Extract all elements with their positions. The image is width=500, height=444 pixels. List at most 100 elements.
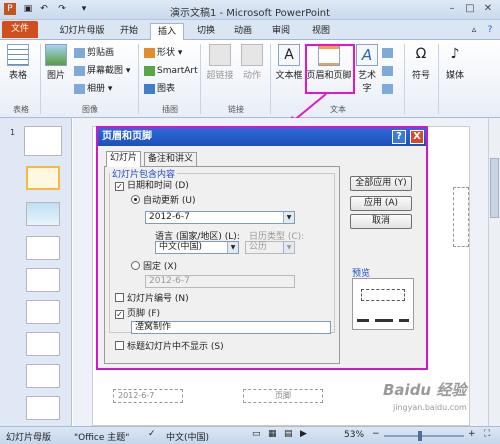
auto-update-radio[interactable]: 自动更新 (U) [131, 195, 195, 207]
thumb-layout[interactable] [26, 396, 60, 420]
text-small-2[interactable] [382, 64, 395, 78]
zoom-slider-thumb[interactable] [418, 431, 422, 441]
thumb-layout[interactable] [26, 364, 60, 388]
header-footer-dialog: 页眉和页脚 ? X 幻灯片 备注和讲义 幻灯片包含内容 ✓ 日期和时间 (D) 自… [96, 126, 428, 370]
zoom-level[interactable]: 53% [344, 430, 364, 440]
wordart-button[interactable]: A 艺术字 [354, 44, 380, 94]
radio-selected-icon [131, 195, 140, 204]
tab-slide-master[interactable]: 幻灯片母版 [52, 23, 112, 40]
thumb-layout[interactable] [26, 268, 60, 292]
datetime-checkbox[interactable]: ✓ 日期和时间 (D) [115, 181, 189, 192]
hide-on-title-checkbox[interactable]: 标题幻灯片中不显示 (S) [115, 341, 224, 353]
minimize-button[interactable]: – [444, 2, 460, 16]
fixed-radio[interactable]: 固定 (X) [131, 261, 177, 273]
status-bar: 幻灯片母版 "Office 主题" ✓ 中文(中国) ▭ ▦ ▤ ▶ 53% −… [0, 426, 500, 444]
apply-button[interactable]: 应用 (A) [350, 196, 412, 211]
tab-transitions[interactable]: 切换 [190, 23, 222, 40]
chevron-down-icon: ▼ [283, 242, 294, 253]
text-small-3[interactable] [382, 82, 395, 96]
action-button[interactable]: 动作 [240, 44, 264, 81]
symbol-button[interactable]: Ω 符号 [408, 44, 434, 81]
group-label-links: 链接 [228, 105, 244, 114]
album-icon [74, 83, 85, 94]
album-button[interactable]: 相册 ▾ [74, 82, 112, 96]
title-bar: P ▣ ↶ ↷ ▾ 演示文稿1 - Microsoft PowerPoint –… [0, 0, 500, 20]
zoom-slider[interactable] [384, 435, 464, 437]
help-button[interactable]: ? [392, 130, 406, 144]
smartart-button[interactable]: SmartArt [144, 64, 198, 78]
text-small-1[interactable] [382, 46, 395, 60]
tab-animations[interactable]: 动画 [228, 23, 258, 40]
scroll-thumb[interactable] [490, 158, 499, 218]
reading-view-icon[interactable]: ▤ [284, 429, 293, 439]
sorter-view-icon[interactable]: ▦ [268, 429, 277, 439]
vertical-scrollbar[interactable] [488, 118, 500, 426]
clipart-button[interactable]: 剪贴画 [74, 46, 114, 60]
slide-footer-placeholder[interactable]: 页脚 [243, 389, 323, 403]
cancel-button[interactable]: 取消 [350, 214, 412, 229]
dialog-close-button[interactable]: X [410, 130, 424, 144]
textbox-icon: A [278, 44, 300, 66]
tab-slide[interactable]: 幻灯片 [106, 151, 142, 167]
action-icon [241, 44, 263, 66]
thumb-layout[interactable] [26, 202, 60, 226]
thumb-layout[interactable] [26, 300, 60, 324]
footer-text-input[interactable]: 湮窝制作 [131, 321, 331, 334]
group-label-images: 图像 [82, 105, 98, 114]
window-title: 演示文稿1 - Microsoft PowerPoint [169, 8, 331, 19]
group-label-table: 表格 [13, 105, 29, 114]
thumb-layout[interactable] [26, 236, 60, 260]
calendar-select[interactable]: 公历 ▼ [245, 241, 295, 254]
chart-button[interactable]: 图表 [144, 82, 175, 96]
hyperlink-button[interactable]: 超链接 [204, 44, 236, 81]
close-button[interactable]: ✕ [480, 2, 496, 16]
footer-checkbox[interactable]: ✓ 页脚 (F) [115, 309, 160, 320]
zoom-out-icon[interactable]: − [372, 429, 380, 439]
status-language: 中文(中国) [166, 433, 210, 443]
status-theme: "Office 主题" [74, 433, 130, 443]
screenshot-button[interactable]: 屏幕截图 ▾ [74, 64, 130, 78]
tab-view[interactable]: 视图 [306, 23, 336, 40]
chart-icon [144, 83, 155, 94]
placeholder-box[interactable] [453, 187, 469, 247]
tab-home[interactable]: 开始 [114, 23, 144, 40]
tab-notes-handouts[interactable]: 备注和讲义 [144, 152, 198, 166]
watermark-url: jingyan.baidu.com [393, 403, 467, 412]
media-button[interactable]: ♪ 媒体 [442, 44, 468, 81]
help-icon[interactable]: ? [484, 24, 496, 36]
ribbon-tabs: 文件 幻灯片母版 开始 插入 切换 动画 审阅 视图 ▵ ? [0, 20, 500, 40]
speaker-icon: ♪ [450, 46, 460, 62]
picture-button[interactable]: 图片 [44, 44, 68, 81]
hyperlink-icon [209, 44, 231, 66]
maximize-button[interactable]: □ [462, 2, 478, 16]
slide-date-placeholder[interactable]: 2012-6-7 [113, 389, 183, 403]
slide-number-checkbox[interactable]: 幻灯片编号 (N) [115, 293, 189, 305]
dialog-title: 页眉和页脚 [102, 131, 152, 142]
thumb-master[interactable] [24, 126, 62, 156]
normal-view-icon[interactable]: ▭ [252, 429, 261, 439]
spellcheck-icon[interactable]: ✓ [148, 429, 156, 439]
zoom-in-icon[interactable]: + [468, 429, 476, 439]
fit-window-icon[interactable]: ⛶ [484, 429, 490, 439]
fixed-date-input[interactable]: 2012-6-7 [145, 275, 295, 288]
thumb-layout-selected[interactable] [26, 166, 60, 190]
date-format-select[interactable]: 2012-6-7 ▼ [145, 211, 295, 224]
language-select[interactable]: 中文(中国) ▼ [155, 241, 239, 254]
tab-file[interactable]: 文件 [2, 21, 38, 38]
wordart-icon: A [356, 44, 378, 66]
minimize-ribbon-icon[interactable]: ▵ [468, 24, 480, 36]
slide-thumbnail-pane: 1 [0, 118, 72, 426]
smartart-icon [144, 65, 155, 76]
tab-insert[interactable]: 插入 [150, 23, 184, 40]
checkbox-checked-icon: ✓ [115, 310, 124, 319]
ribbon: 表格 图片 剪贴画 屏幕截图 ▾ 相册 ▾ 形状 ▾ SmartArt 图表 超… [0, 40, 500, 118]
textbox-button[interactable]: A 文本框 [274, 44, 304, 81]
apply-all-button[interactable]: 全部应用 (Y) [350, 176, 412, 191]
thumb-layout[interactable] [26, 332, 60, 356]
shapes-icon [144, 47, 155, 58]
table-button[interactable]: 表格 [6, 44, 30, 81]
group-title: 幻灯片包含内容 [112, 170, 176, 180]
tab-review[interactable]: 审阅 [266, 23, 296, 40]
slideshow-icon[interactable]: ▶ [300, 429, 307, 439]
shapes-button[interactable]: 形状 ▾ [144, 46, 182, 60]
